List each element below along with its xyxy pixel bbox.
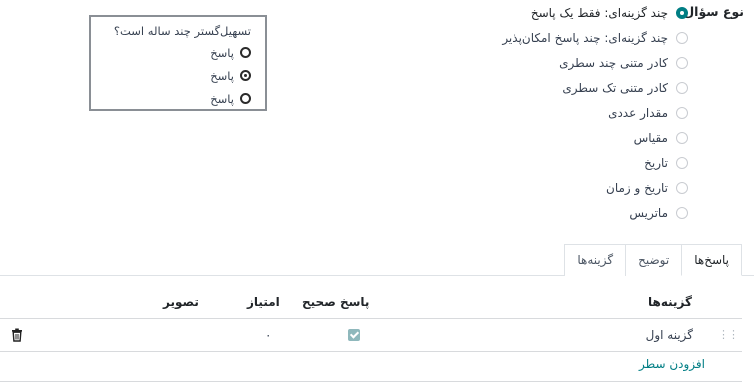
question-type-option-label: مقدار عددی: [608, 105, 668, 120]
radio-icon[interactable]: [676, 181, 688, 194]
question-type-option-label: چند گزینه‌ای: فقط یک پاسخ: [530, 5, 668, 20]
preview-question: تسهیل‌گستر چند ساله است؟: [113, 24, 251, 38]
drag-handle-icon[interactable]: ⋮⋮: [718, 320, 739, 350]
tab-options[interactable]: گزینه‌ها: [564, 244, 627, 276]
header-image[interactable]: تصویر: [163, 285, 199, 319]
question-type-label: نوع سؤال: [683, 4, 744, 19]
table-bottom-divider: [0, 381, 742, 382]
radio-icon[interactable]: [676, 81, 688, 94]
header-score[interactable]: امتیاز: [247, 285, 280, 319]
question-type-option-label: تاریخ: [644, 155, 668, 170]
question-type-option[interactable]: مقدار عددی: [438, 100, 688, 125]
preview-option: پاسخ: [101, 41, 251, 64]
question-type-option[interactable]: تاریخ: [438, 150, 688, 175]
radio-icon: [240, 47, 251, 58]
question-type-option[interactable]: چند گزینه‌ای: فقط یک پاسخ: [438, 0, 688, 25]
radio-icon[interactable]: [676, 131, 688, 144]
trash-icon[interactable]: [11, 328, 23, 342]
tab-description[interactable]: توضیح: [625, 244, 683, 276]
radio-icon: [240, 93, 251, 104]
question-type-option[interactable]: تاریخ و زمان: [438, 175, 688, 200]
question-type-option[interactable]: ماتریس: [438, 200, 688, 225]
question-type-option[interactable]: چند گزینه‌ای: چند پاسخ امکان‌پذیر: [438, 25, 688, 50]
choice-value[interactable]: گزینه اول: [646, 320, 693, 350]
question-type-option-label: کادر متنی تک سطری: [562, 80, 668, 95]
preview-option: پاسخ: [101, 87, 251, 110]
add-line-link[interactable]: افزودن سطر: [639, 357, 705, 371]
radio-icon[interactable]: [676, 31, 688, 44]
preview-option: پاسخ: [101, 64, 251, 87]
radio-icon[interactable]: [676, 206, 688, 219]
score-value[interactable]: ۰: [265, 320, 271, 350]
question-type-option[interactable]: کادر متنی تک سطری: [438, 75, 688, 100]
question-type-option-label: مقیاس: [633, 130, 668, 145]
radio-icon[interactable]: [676, 6, 688, 19]
question-type-option-label: کادر متنی چند سطری: [559, 55, 668, 70]
question-preview: تسهیل‌گستر چند ساله است؟ پاسخ پاسخ پاسخ: [89, 15, 267, 111]
notebook-tabs: پاسخ‌ها توضیح گزینه‌ها: [564, 244, 742, 276]
tab-answers[interactable]: پاسخ‌ها: [681, 244, 742, 276]
question-type-option-label: ماتریس: [629, 205, 668, 220]
answers-table-header: گزینه‌ها پاسخ صحیح امتیاز تصویر: [0, 285, 742, 319]
question-type-option-label: تاریخ و زمان: [606, 180, 668, 195]
preview-option-label: پاسخ: [210, 91, 234, 106]
question-type-option[interactable]: کادر متنی چند سطری: [438, 50, 688, 75]
radio-icon[interactable]: [676, 156, 688, 169]
preview-option-label: پاسخ: [210, 68, 234, 83]
radio-checked-icon: [240, 70, 251, 81]
correct-answer-checkbox[interactable]: [348, 329, 360, 341]
table-row[interactable]: ⋮⋮ گزینه اول ۰: [0, 320, 742, 352]
question-type-radio-group: چند گزینه‌ای: فقط یک پاسخ چند گزینه‌ای: …: [438, 0, 688, 225]
radio-icon[interactable]: [676, 56, 688, 69]
question-type-option[interactable]: مقیاس: [438, 125, 688, 150]
radio-icon[interactable]: [676, 106, 688, 119]
question-type-option-label: چند گزینه‌ای: چند پاسخ امکان‌پذیر: [502, 30, 668, 45]
header-correct-answer[interactable]: پاسخ صحیح: [302, 285, 369, 319]
preview-option-label: پاسخ: [210, 45, 234, 60]
header-choices[interactable]: گزینه‌ها: [648, 285, 692, 319]
